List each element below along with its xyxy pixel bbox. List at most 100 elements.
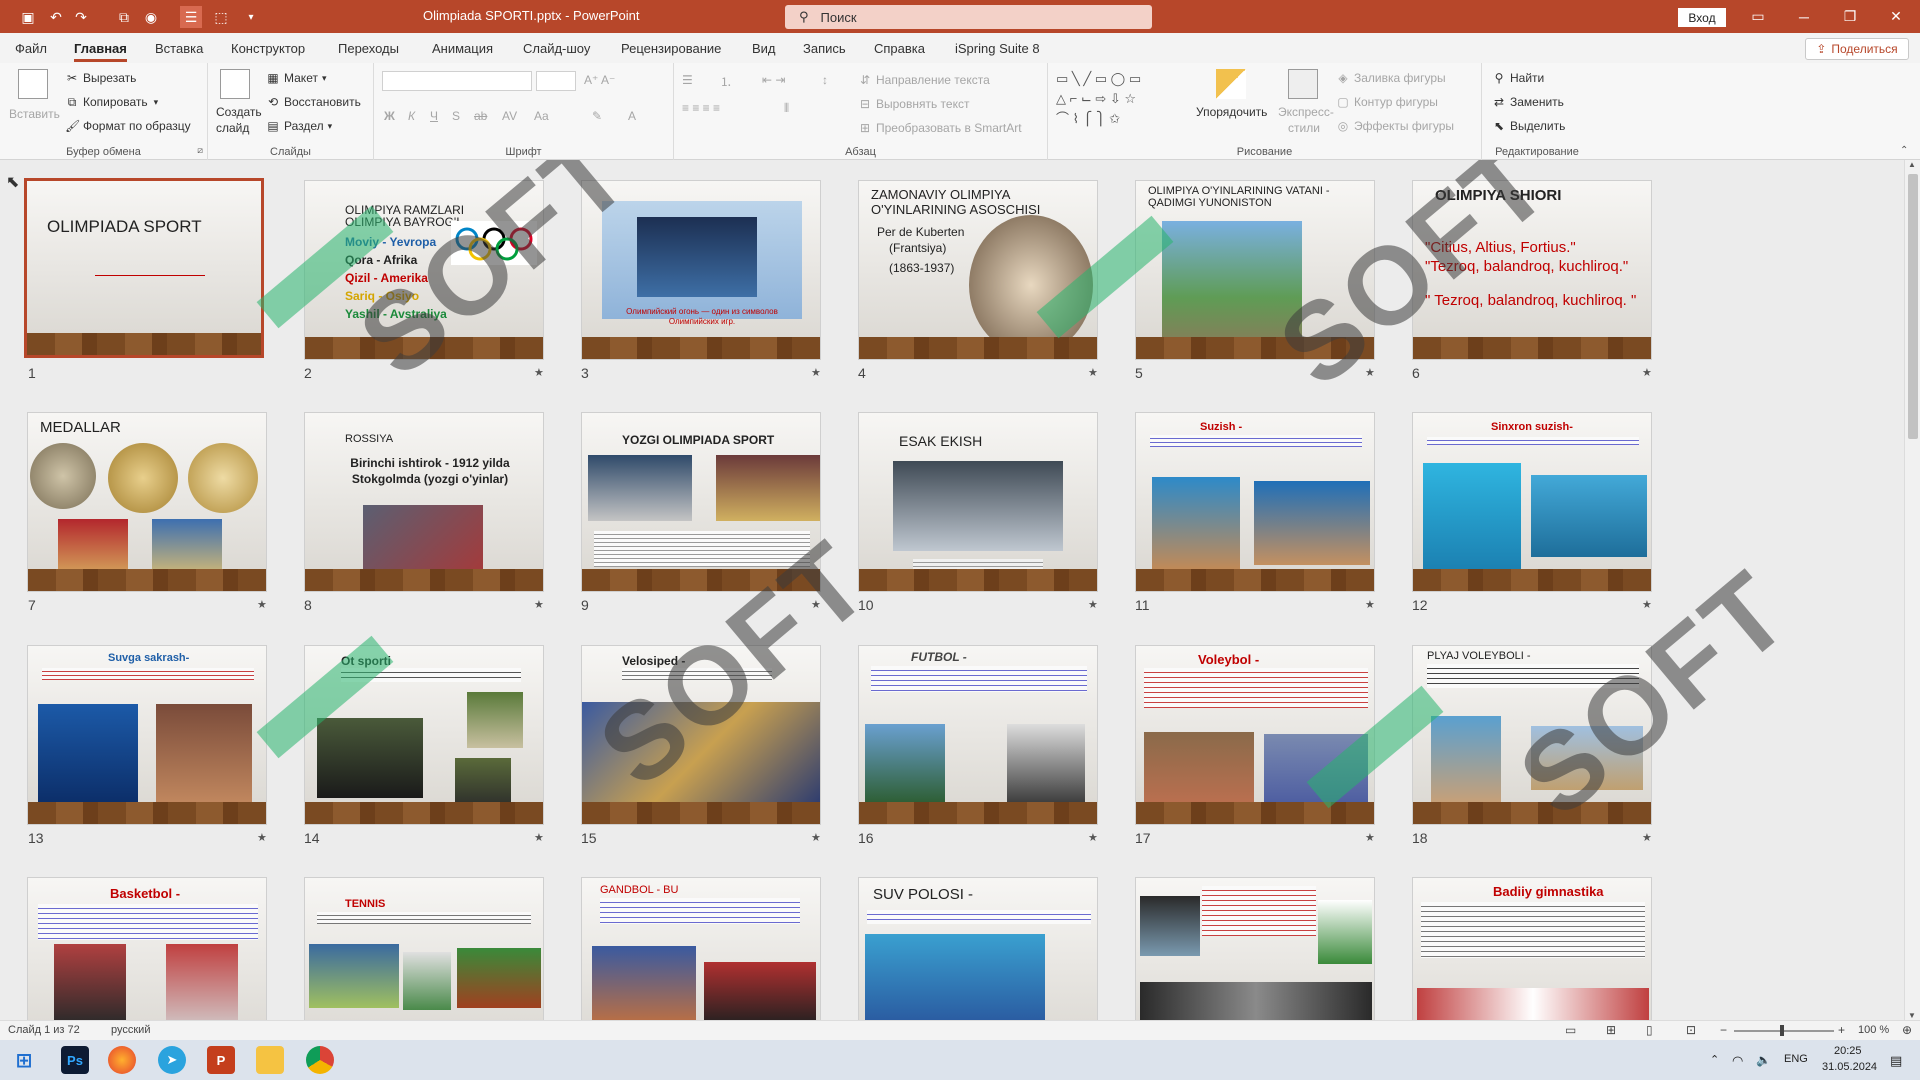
- zoom-out-icon[interactable]: −: [1720, 1023, 1727, 1037]
- slide-thumbnail[interactable]: MEDALLAR: [27, 412, 267, 592]
- slide-thumbnail[interactable]: Badiiy gimnastika: [1412, 877, 1652, 1020]
- slide-thumbnail[interactable]: PLYAJ VOLEYBOLI -: [1412, 645, 1652, 825]
- slide-thumbnail[interactable]: ESAK EKISH: [858, 412, 1098, 592]
- slide-sorter-view-icon[interactable]: ⊞: [1606, 1023, 1616, 1037]
- bold-icon[interactable]: Ж: [384, 109, 395, 123]
- zoom-slider-thumb[interactable]: [1780, 1025, 1784, 1036]
- slide-thumbnail[interactable]: OLIMPIYA RAMZLARI OLIMPIYA BAYROG'I Movi…: [304, 180, 544, 360]
- paste-button[interactable]: Вставить: [9, 107, 60, 121]
- search-input[interactable]: ⚲ Поиск: [785, 5, 1152, 29]
- numbering-icon[interactable]: ⒈: [720, 73, 732, 90]
- slide-thumbnail[interactable]: TENNIS: [304, 877, 544, 1020]
- share-button[interactable]: ⇪ Поделиться: [1805, 38, 1909, 60]
- paste-icon[interactable]: [18, 69, 48, 99]
- slide-thumbnail[interactable]: Suzish -: [1135, 412, 1375, 592]
- slide-thumbnail[interactable]: [1135, 877, 1375, 1020]
- tab-record[interactable]: Запись: [803, 41, 846, 56]
- layout-button[interactable]: ▦ Макет ▾: [266, 71, 326, 85]
- font-name-input[interactable]: [382, 71, 532, 91]
- columns-icon[interactable]: ⫴: [784, 101, 789, 116]
- arrange-button[interactable]: Упорядочить: [1196, 105, 1267, 119]
- text-direction-button[interactable]: ⇵ Направление текста: [858, 73, 990, 87]
- ribbon-display-icon[interactable]: ▭: [1738, 4, 1778, 29]
- find-button[interactable]: ⚲ Найти: [1492, 71, 1545, 85]
- line-spacing-icon[interactable]: ↕: [822, 73, 828, 87]
- normal-view-icon[interactable]: ▭: [1565, 1023, 1576, 1037]
- clock-time[interactable]: 20:25: [1834, 1045, 1862, 1057]
- tab-view[interactable]: Вид: [752, 41, 776, 56]
- slide-thumbnail[interactable]: Suvga sakrash-: [27, 645, 267, 825]
- quick-styles-line1[interactable]: Экспресс-: [1278, 105, 1334, 119]
- copy-button[interactable]: ⧉ Копировать ▾: [65, 95, 158, 109]
- slide-thumbnail[interactable]: Voleybol -: [1135, 645, 1375, 825]
- align-text-button[interactable]: ⊟ Выровнять текст: [858, 97, 970, 111]
- input-language[interactable]: ENG: [1784, 1053, 1808, 1065]
- highlight-icon[interactable]: ✎: [592, 109, 602, 123]
- reading-view-icon[interactable]: ▯: [1646, 1023, 1653, 1037]
- tab-help[interactable]: Справка: [874, 41, 925, 56]
- undo-icon[interactable]: ↶: [45, 6, 67, 28]
- volume-icon[interactable]: 🔈: [1756, 1053, 1771, 1067]
- strikethrough-icon[interactable]: ab: [474, 109, 487, 123]
- zoom-slider[interactable]: [1734, 1030, 1834, 1032]
- touch-mode-icon[interactable]: ⬚: [210, 6, 232, 28]
- tab-insert[interactable]: Вставка: [155, 41, 203, 56]
- slide-thumbnail[interactable]: OLIMPIADA SPORT: [24, 178, 264, 358]
- indent-icon[interactable]: ⇤ ⇥: [762, 73, 785, 87]
- italic-icon[interactable]: К: [408, 109, 415, 123]
- tab-slideshow[interactable]: Слайд-шоу: [523, 41, 590, 56]
- slide-thumbnail[interactable]: GANDBOL - BU: [581, 877, 821, 1020]
- format-painter-button[interactable]: 🖌 Формат по образцу: [65, 119, 191, 133]
- record-icon[interactable]: ◉: [140, 6, 162, 28]
- scroll-down-icon[interactable]: ▼: [1908, 1011, 1916, 1020]
- fit-to-window-icon[interactable]: ⊕: [1902, 1023, 1912, 1037]
- tab-review[interactable]: Рецензирование: [621, 41, 721, 56]
- arrange-icon[interactable]: [1216, 69, 1246, 99]
- shape-fill-button[interactable]: ◈ Заливка фигуры: [1336, 71, 1445, 85]
- grow-font-icon[interactable]: A⁺ A⁻: [584, 73, 615, 87]
- cut-button[interactable]: ✂ Вырезать: [65, 71, 136, 85]
- telegram-icon[interactable]: ➤: [158, 1046, 186, 1074]
- replace-button[interactable]: ⇄ Заменить: [1492, 95, 1564, 109]
- tab-home[interactable]: Главная: [74, 41, 127, 62]
- section-button[interactable]: ▤ Раздел ▾: [266, 119, 332, 133]
- shape-outline-button[interactable]: ▢ Контур фигуры: [1336, 95, 1438, 109]
- scrollbar-thumb[interactable]: [1908, 174, 1918, 439]
- select-button[interactable]: ⬉ Выделить: [1492, 119, 1565, 133]
- language-indicator[interactable]: русский: [111, 1024, 150, 1036]
- slide-thumbnail[interactable]: OLIMPIYA O'YINLARINING VATANI - QADIMGI …: [1135, 180, 1375, 360]
- slide-thumbnail[interactable]: Velosiped -: [581, 645, 821, 825]
- slide-thumbnail[interactable]: Sinxron suzish-: [1412, 412, 1652, 592]
- tab-ispring[interactable]: iSpring Suite 8: [955, 41, 1040, 56]
- slide-thumbnail[interactable]: OLIMPIYA SHIORI "Citius, Altius, Fortius…: [1412, 180, 1652, 360]
- signin-button[interactable]: Вход: [1678, 8, 1726, 27]
- zoom-in-icon[interactable]: +: [1838, 1023, 1845, 1037]
- redo-icon[interactable]: ↷: [70, 6, 92, 28]
- slide-thumbnail[interactable]: Ot sporti: [304, 645, 544, 825]
- slide-thumbnail[interactable]: ZAMONAVIY OLIMPIYA O'YINLARINING ASOSCHI…: [858, 180, 1098, 360]
- bullets-icon[interactable]: ☰: [682, 73, 693, 87]
- slide-thumbnail[interactable]: FUTBOL -: [858, 645, 1098, 825]
- new-slide-button-line1[interactable]: Создать: [216, 105, 262, 119]
- tab-animations[interactable]: Анимация: [432, 41, 493, 56]
- customize-toolbar-icon[interactable]: ▾: [240, 6, 262, 28]
- scroll-up-icon[interactable]: ▲: [1908, 160, 1916, 169]
- reset-button[interactable]: ⟲ Восстановить: [266, 95, 361, 109]
- minimize-icon[interactable]: ─: [1784, 4, 1824, 29]
- smartart-button[interactable]: ⊞ Преобразовать в SmartArt: [858, 121, 1022, 135]
- slide-thumbnail[interactable]: Basketbol -: [27, 877, 267, 1020]
- tab-design[interactable]: Конструктор: [231, 41, 305, 56]
- slide-thumbnail[interactable]: SUV POLOSI -: [858, 877, 1098, 1020]
- save-icon[interactable]: ▣: [17, 6, 39, 28]
- windows-start-icon[interactable]: ⊞: [10, 1046, 38, 1074]
- zoom-level[interactable]: 100 %: [1858, 1024, 1889, 1036]
- underline-icon[interactable]: Ч: [430, 109, 438, 123]
- dialog-launcher-icon[interactable]: ⧄: [197, 145, 203, 156]
- tab-file[interactable]: Файл: [15, 41, 47, 56]
- file-explorer-icon[interactable]: [256, 1046, 284, 1074]
- firefox-icon[interactable]: [108, 1046, 136, 1074]
- new-slide-icon[interactable]: [220, 69, 250, 99]
- notifications-icon[interactable]: ▤: [1890, 1053, 1902, 1069]
- tab-transitions[interactable]: Переходы: [338, 41, 399, 56]
- slideshow-view-icon[interactable]: ⊡: [1686, 1023, 1696, 1037]
